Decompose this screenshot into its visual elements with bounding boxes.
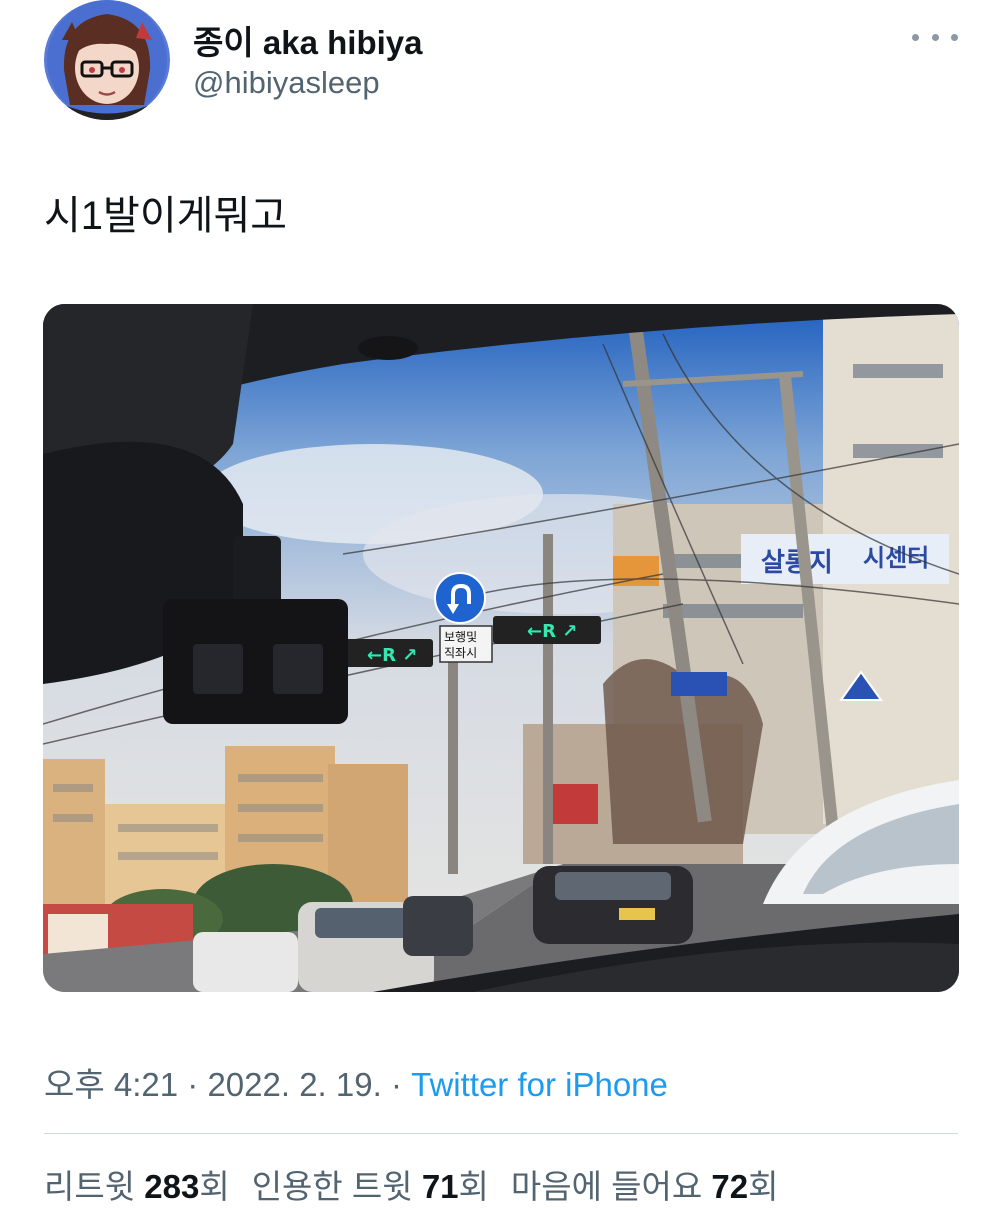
anime-avatar-icon [47, 0, 167, 120]
likes-label: 마음에 들어요 [510, 1168, 712, 1205]
likes-unit: 회 [748, 1168, 779, 1205]
retweets-label: 리트윗 [44, 1168, 145, 1205]
quotes-stat[interactable]: 인용한 트윗 71회 [252, 1168, 489, 1205]
meta-separator: · [178, 1066, 208, 1103]
quotes-unit: 회 [458, 1168, 489, 1205]
banner-left-text: 살롱지 [761, 548, 833, 578]
meta-separator: · [381, 1066, 412, 1103]
tweet-source-link[interactable]: Twitter for iPhone [411, 1066, 668, 1103]
tweet-time[interactable]: 오후 4:21 [44, 1066, 178, 1103]
photo-through-car-windshield-icon: 살롱지 시센터 ←R ↗ ←R ↗ 보행및 직좌시 [43, 304, 959, 992]
more-options-icon[interactable] [912, 24, 958, 50]
tweet-meta: 오후 4:21 · 2022. 2. 19. · Twitter for iPh… [44, 1058, 668, 1106]
avatar[interactable] [44, 0, 170, 120]
svg-text:←R ↗: ←R ↗ [367, 645, 417, 666]
quotes-count: 71 [421, 1168, 459, 1205]
more-dot [951, 33, 958, 41]
tweet-date[interactable]: 2022. 2. 19. [207, 1066, 381, 1103]
more-dot [912, 33, 919, 41]
tweet-photo[interactable]: 살롱지 시센터 ←R ↗ ←R ↗ 보행및 직좌시 [43, 304, 959, 992]
quotes-label: 인용한 트윗 [251, 1168, 422, 1205]
uturn-note-line2: 직좌시 [444, 646, 477, 660]
display-name[interactable]: 종이 aka hibiya [193, 16, 422, 64]
retweets-count: 283 [144, 1168, 200, 1205]
divider [44, 1133, 958, 1134]
svg-text:←R ↗: ←R ↗ [527, 621, 577, 642]
likes-count: 72 [711, 1168, 749, 1205]
banner-right-text: 시센터 [863, 544, 929, 572]
likes-stat[interactable]: 마음에 들어요 72회 [511, 1168, 779, 1205]
retweets-stat[interactable]: 리트윗 283회 [44, 1168, 230, 1205]
tweet-text: 시1발이게뭐고 [44, 194, 288, 238]
tweet-stats: 리트윗 283회 인용한 트윗 71회 마음에 들어요 72회 [44, 1160, 779, 1208]
uturn-note-line1: 보행및 [444, 629, 477, 644]
more-dot [931, 33, 939, 41]
retweets-unit: 회 [199, 1168, 230, 1205]
user-handle[interactable]: @hibiyasleep [193, 65, 380, 101]
